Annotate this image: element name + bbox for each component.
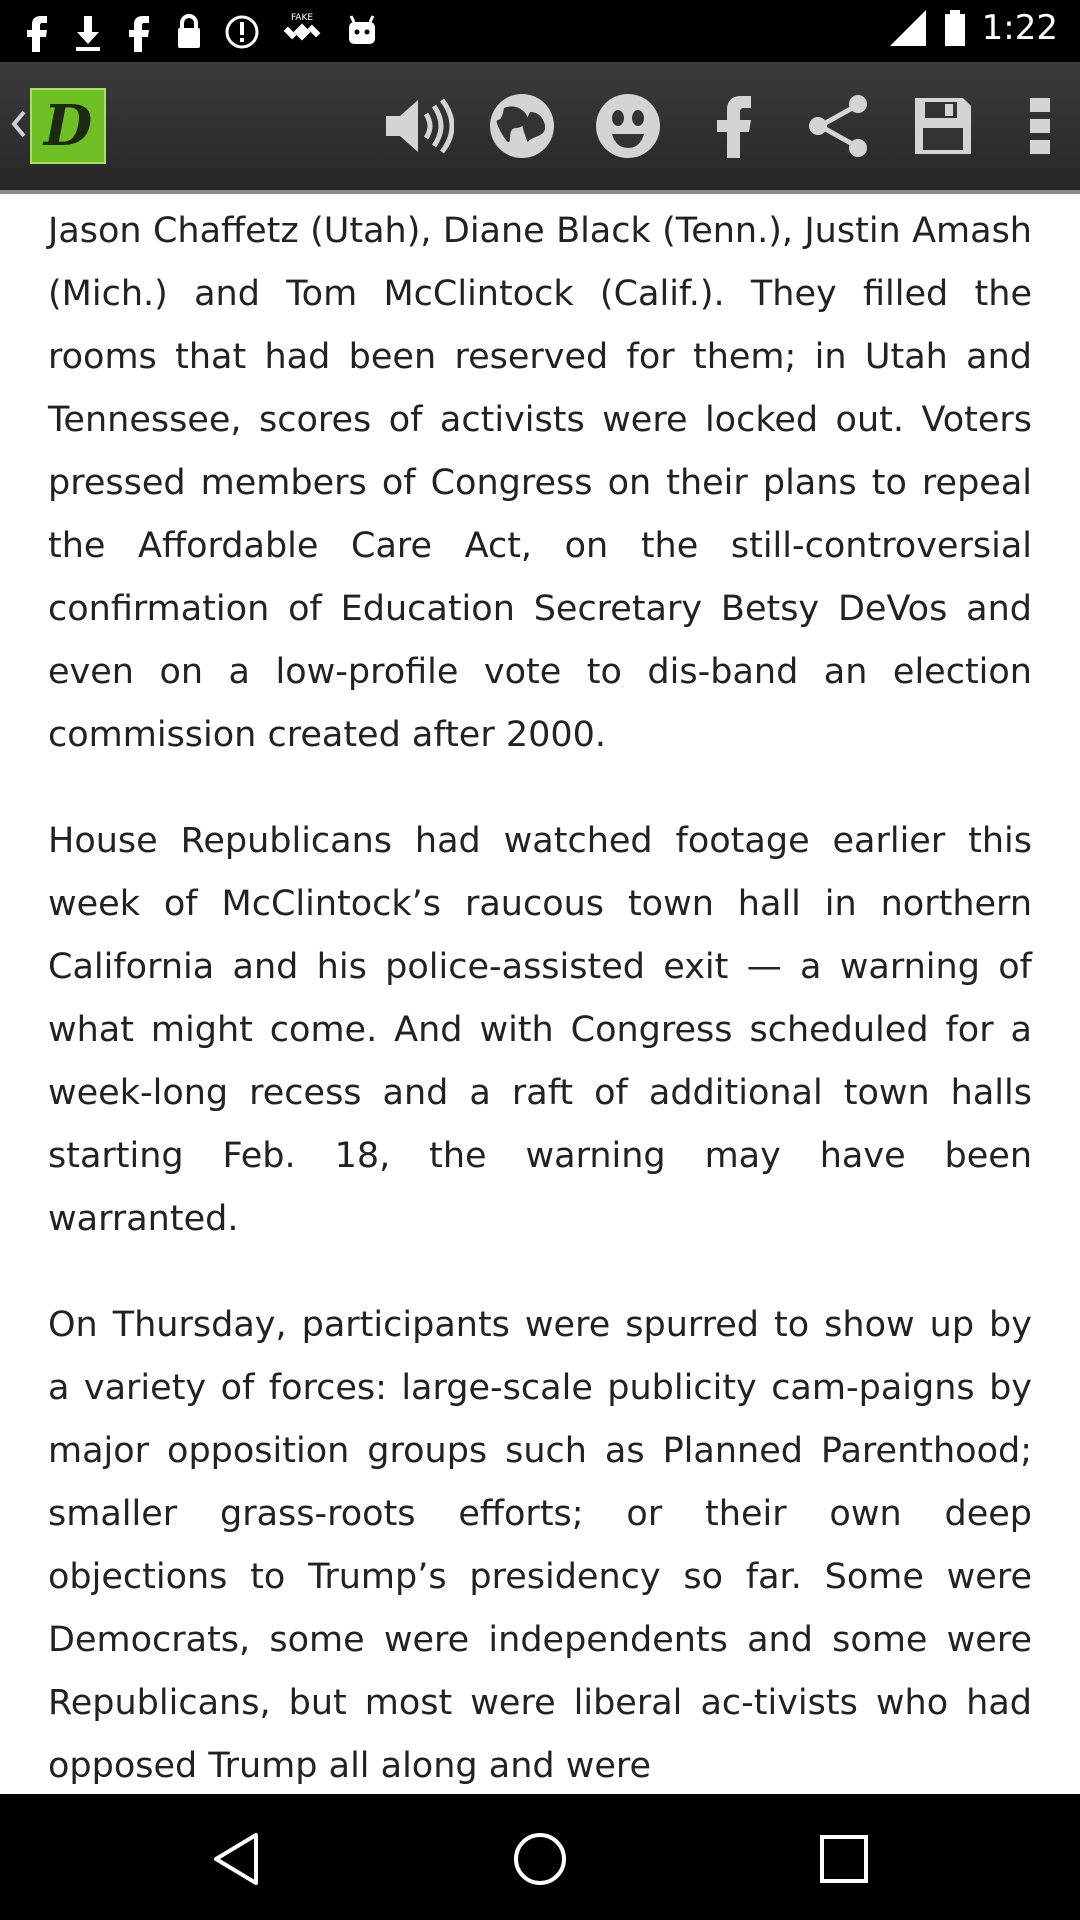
battery-icon (942, 8, 968, 48)
facebook-icon[interactable] (693, 86, 773, 166)
fake-gps-icon: FAKE (280, 10, 324, 54)
clock: 1:22 (981, 8, 1058, 48)
svg-text:FAKE: FAKE (291, 13, 313, 23)
back-icon[interactable] (201, 1824, 271, 1894)
app-logo[interactable]: D (30, 88, 106, 164)
download-icon (72, 12, 104, 52)
app-logo-letter: D (43, 93, 93, 159)
facebook-icon (124, 12, 154, 52)
article-paragraph: On Thursday, participants were spurred t… (48, 1305, 1032, 1786)
save-icon[interactable] (903, 86, 983, 166)
status-bar: FAKE 1:22 (0, 0, 1080, 62)
info-icon (224, 12, 260, 52)
article-paragraph: Jason Chaffetz (Utah), Diane Black (Tenn… (48, 211, 1032, 755)
emoji-icon[interactable] (588, 86, 668, 166)
recents-icon[interactable] (809, 1824, 879, 1894)
lock-icon (174, 12, 204, 52)
overflow-menu-icon[interactable] (1000, 86, 1080, 166)
home-icon[interactable] (505, 1824, 575, 1894)
navigation-bar (0, 1794, 1080, 1920)
article-paragraph: House Republicans had watched footage ea… (48, 821, 1032, 1239)
android-icon (344, 12, 380, 52)
facebook-icon (22, 12, 52, 52)
article-content: Jason Chaffetz (Utah), Diane Black (Tenn… (0, 194, 1080, 1794)
speaker-icon[interactable] (378, 86, 458, 166)
back-chevron-icon[interactable] (6, 102, 30, 150)
app-bar: D (0, 62, 1080, 194)
signal-icon (888, 8, 928, 48)
globe-icon[interactable] (482, 86, 562, 166)
share-icon[interactable] (798, 86, 878, 166)
